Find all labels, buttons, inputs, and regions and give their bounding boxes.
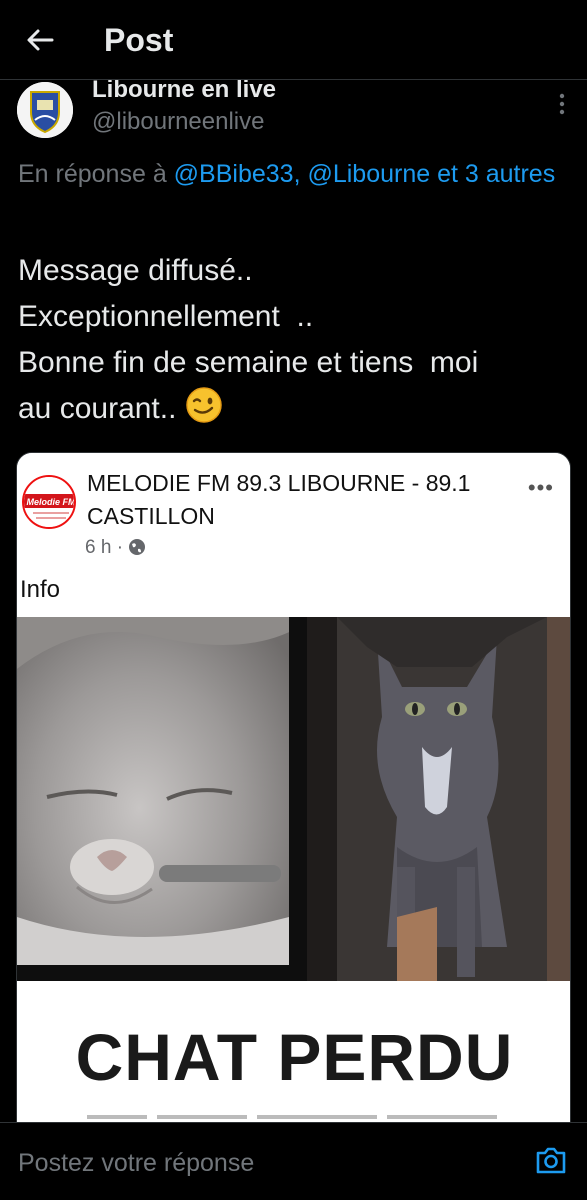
reply-prefix: En réponse à [18,160,174,188]
embedded-post-text: Info [20,576,61,603]
media-card[interactable]: Melodie FM MELODIE FM 89.3 LIBOURNE - 89… [16,452,571,1152]
camera-icon [536,1147,566,1174]
author-name[interactable]: Libourne en live [92,76,276,104]
embedded-post-header: Melodie FM MELODIE FM 89.3 LIBOURNE - 89… [17,453,570,617]
reply-mentions-link[interactable]: @BBibe33, @Libourne et 3 autres [174,160,556,188]
reply-input[interactable]: Postez votre réponse [18,1149,254,1178]
cat-photos [17,617,570,981]
embedded-post-time: 6 h · [85,537,146,559]
post-text: Message diffusé.. Exceptionnellement .. … [18,248,578,432]
more-options-button[interactable] [557,92,567,116]
page-title: Post [104,22,174,58]
top-bar: Post [0,0,587,80]
redacted-bar [159,865,281,882]
winking-face-emoji [185,386,223,424]
cut-off-text-line [87,1115,497,1119]
reply-composer: Postez votre réponse [0,1122,587,1200]
embedded-more-icon: ••• [527,475,554,500]
post-text-line: Exceptionnellement .. [18,300,314,333]
more-vertical-icon [559,93,565,115]
post-author: Libourne en live @libourneenlive [0,76,587,150]
arrow-left-icon [27,29,54,51]
town-crest-icon [17,82,73,138]
post-text-line: au courant.. [18,392,185,425]
post-text-line-with-emoji: au courant.. [18,386,578,432]
lost-cat-title: CHAT PERDU [75,1020,514,1094]
radio-logo-text: Melodie FM [27,497,77,507]
author-handle[interactable]: @libourneenlive [92,108,264,136]
reply-context: En réponse à @BBibe33, @Libourne et 3 au… [18,155,573,193]
post-text-line: Bonne fin de semaine et tiens moi [18,346,479,379]
globe-icon [129,539,146,555]
camera-button[interactable] [535,1145,567,1175]
post-text-line: Message diffusé.. [18,254,253,287]
back-button[interactable] [22,22,58,58]
embedded-page-name: MELODIE FM 89.3 LIBOURNE - 89.1 CASTILLO… [87,470,471,529]
cat-standing-photo [307,617,570,981]
radio-logo: Melodie FM [22,475,76,529]
cat-closeup-photo [17,617,289,965]
embedded-time-text: 6 h · [85,537,124,558]
avatar[interactable] [17,82,73,138]
